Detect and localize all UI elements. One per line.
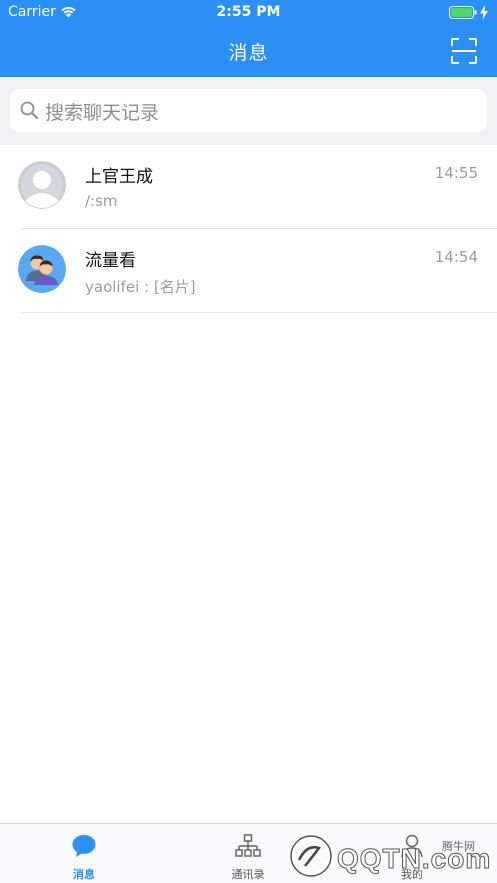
conversation-time: 14:54 [434,248,478,266]
chat-bubble-icon [72,835,96,857]
status-bar: Carrier 2:55 PM [0,0,497,26]
group-people-icon [18,245,66,293]
person-icon [401,834,423,858]
search-input[interactable]: 搜索聊天记录 [10,89,487,132]
conversation-item[interactable]: 上官王成 14:55 /:sm [0,145,497,229]
charging-bolt-icon [480,5,488,20]
conversation-list: 上官王成 14:55 /:sm 流量看 14:54 yaolifei : [名片… [0,145,497,313]
tab-me[interactable]: 我的 [350,824,474,883]
search-placeholder: 搜索聊天记录 [45,102,160,124]
conversation-item[interactable]: 流量看 14:54 yaolifei : [名片] [0,229,497,313]
search-icon [20,101,38,119]
tab-label: 我的 [401,868,423,881]
header: Carrier 2:55 PM 消息 [0,0,497,77]
conversation-name: 上官王成 [85,167,153,187]
conversation-time: 14:55 [434,164,478,182]
conversation-preview: yaolifei : [名片] [85,278,196,296]
tab-label: 通讯录 [231,868,265,881]
battery-icon [449,6,477,19]
group-avatar [18,245,66,293]
tab-contacts[interactable]: 通讯录 [186,824,310,883]
conversation-preview: /:sm [85,192,118,210]
app-root: Carrier 2:55 PM 消息 搜索聊天记录 上官王成 14:55 /:s… [0,0,497,883]
tab-bar: 消息 通讯录 我的 [0,823,497,883]
status-time: 2:55 PM [216,4,281,20]
divider [22,312,497,313]
tab-messages[interactable]: 消息 [22,824,146,883]
org-chart-icon [235,834,261,857]
scan-icon[interactable] [451,38,477,64]
person-silhouette-icon [18,161,66,209]
conversation-name: 流量看 [85,251,136,271]
page-title: 消息 [228,42,269,64]
tab-label: 消息 [73,868,95,881]
default-person-avatar [18,161,66,209]
search-area: 搜索聊天记录 [0,77,497,145]
